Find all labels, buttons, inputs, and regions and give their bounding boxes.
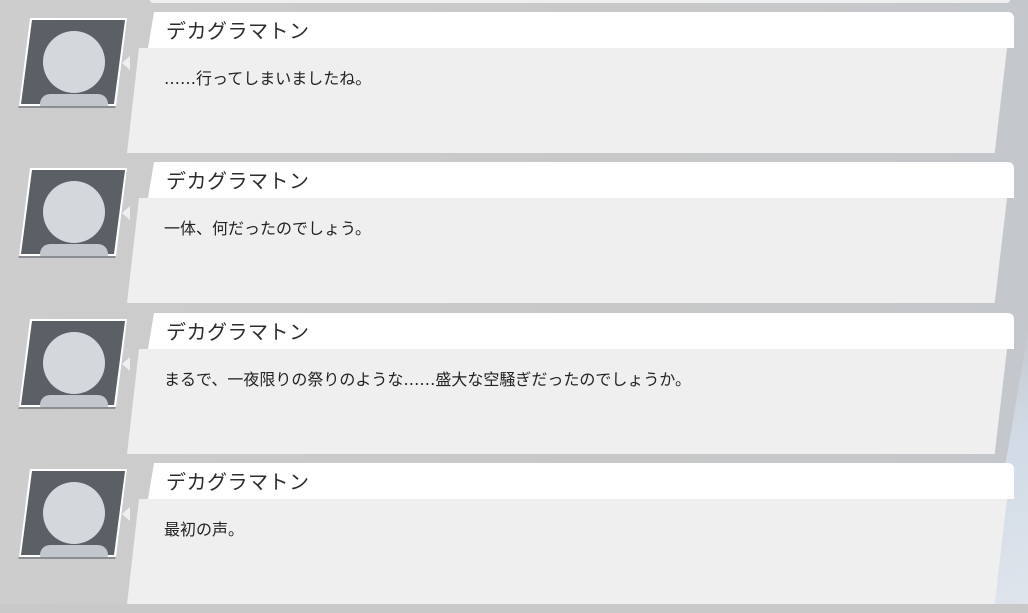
message-box xyxy=(127,349,1007,454)
default-user-silhouette-icon xyxy=(18,469,127,559)
message-box xyxy=(127,499,1007,604)
message-text: 一体、何だったのでしょう。 xyxy=(164,219,372,238)
speech-pointer xyxy=(122,357,130,371)
speech-pointer xyxy=(122,206,130,220)
log-entry: デカグラマトン ……行ってしまいましたね。 xyxy=(0,12,1028,162)
default-user-silhouette-icon xyxy=(18,168,127,258)
default-user-silhouette-icon xyxy=(18,18,127,108)
speaker-name: デカグラマトン xyxy=(166,169,310,193)
speaker-name: デカグラマトン xyxy=(166,470,310,494)
log-entry: デカグラマトン 最初の声。 xyxy=(0,463,1028,613)
speaker-avatar xyxy=(18,467,129,559)
previous-entry-edge xyxy=(150,0,1010,3)
speaker-name: デカグラマトン xyxy=(166,19,310,43)
message-text: ……行ってしまいましたね。 xyxy=(164,69,372,88)
speech-pointer xyxy=(122,56,130,70)
message-box xyxy=(127,198,1007,303)
default-user-silhouette-icon xyxy=(18,319,127,409)
speaker-name: デカグラマトン xyxy=(166,320,310,344)
speaker-avatar xyxy=(18,16,129,108)
log-entry: デカグラマトン 一体、何だったのでしょう。 xyxy=(0,162,1028,312)
message-text: 最初の声。 xyxy=(164,520,245,539)
speaker-avatar xyxy=(18,166,129,258)
message-box xyxy=(127,48,1007,153)
dialogue-log[interactable]: デカグラマトン ……行ってしまいましたね。 デカグラマトン 一体、何だったのでし… xyxy=(0,0,1028,604)
message-text: まるで、一夜限りの祭りのような……盛大な空騒ぎだったのでしょうか。 xyxy=(164,370,692,389)
log-entry: デカグラマトン まるで、一夜限りの祭りのような……盛大な空騒ぎだったのでしょうか… xyxy=(0,313,1028,463)
speaker-avatar xyxy=(18,317,129,409)
speech-pointer xyxy=(122,507,130,521)
